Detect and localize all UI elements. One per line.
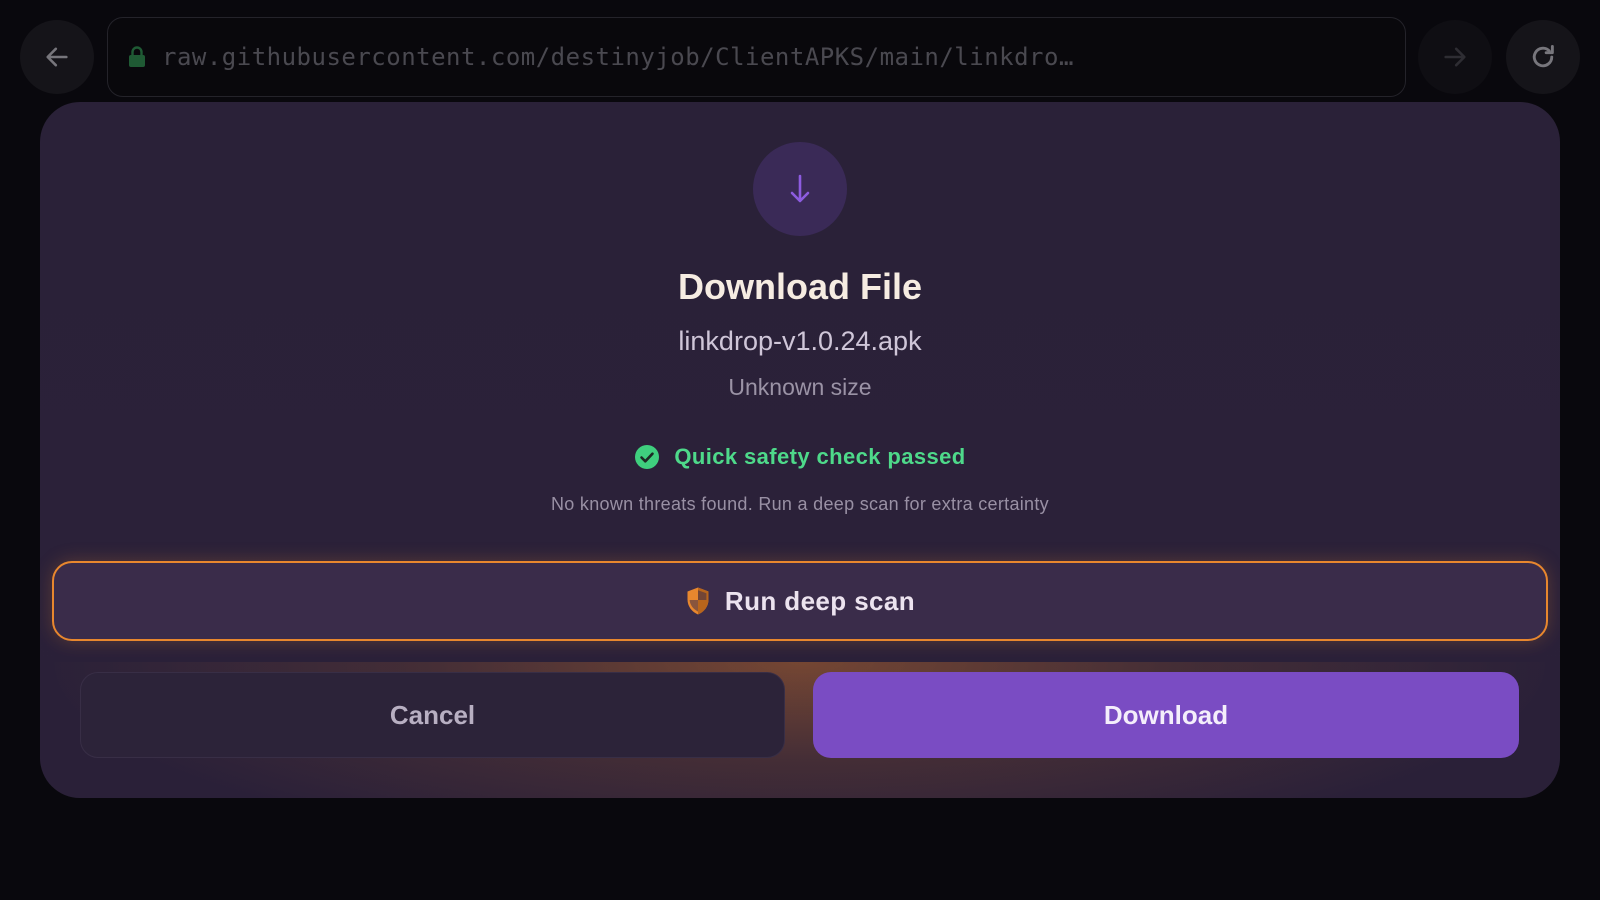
download-badge <box>753 142 847 236</box>
download-dialog: Download File linkdrop-v1.0.24.apk Unkno… <box>40 102 1560 798</box>
shield-icon <box>687 587 709 615</box>
run-deep-scan-label: Run deep scan <box>724 585 916 616</box>
file-size: Unknown size <box>728 374 872 400</box>
address-bar[interactable]: raw.githubusercontent.com/destinyjob/Cli… <box>107 17 1406 97</box>
file-name: linkdrop-v1.0.24.apk <box>678 326 922 356</box>
back-button[interactable] <box>20 20 94 94</box>
arrow-right-icon <box>1444 47 1466 67</box>
reload-icon <box>1532 44 1554 68</box>
reload-button[interactable] <box>1506 20 1580 94</box>
browser-toolbar: raw.githubusercontent.com/destinyjob/Cli… <box>0 0 1600 112</box>
check-circle-icon <box>635 445 660 469</box>
safety-status-text: Quick safety check passed <box>674 444 966 469</box>
safety-detail: No known threats found. Run a deep scan … <box>551 494 1049 514</box>
forward-button[interactable] <box>1418 20 1492 94</box>
cancel-button[interactable]: Cancel <box>80 672 785 758</box>
dialog-title: Download File <box>677 266 922 307</box>
lock-icon <box>128 46 146 68</box>
run-deep-scan-button[interactable]: Run deep scan <box>52 561 1548 641</box>
download-button[interactable]: Download <box>813 672 1519 758</box>
arrow-left-icon <box>46 47 68 67</box>
safety-status: Quick safety check passed <box>40 444 1560 470</box>
url-text: raw.githubusercontent.com/destinyjob/Cli… <box>162 43 1074 71</box>
download-arrow-icon <box>790 174 810 203</box>
